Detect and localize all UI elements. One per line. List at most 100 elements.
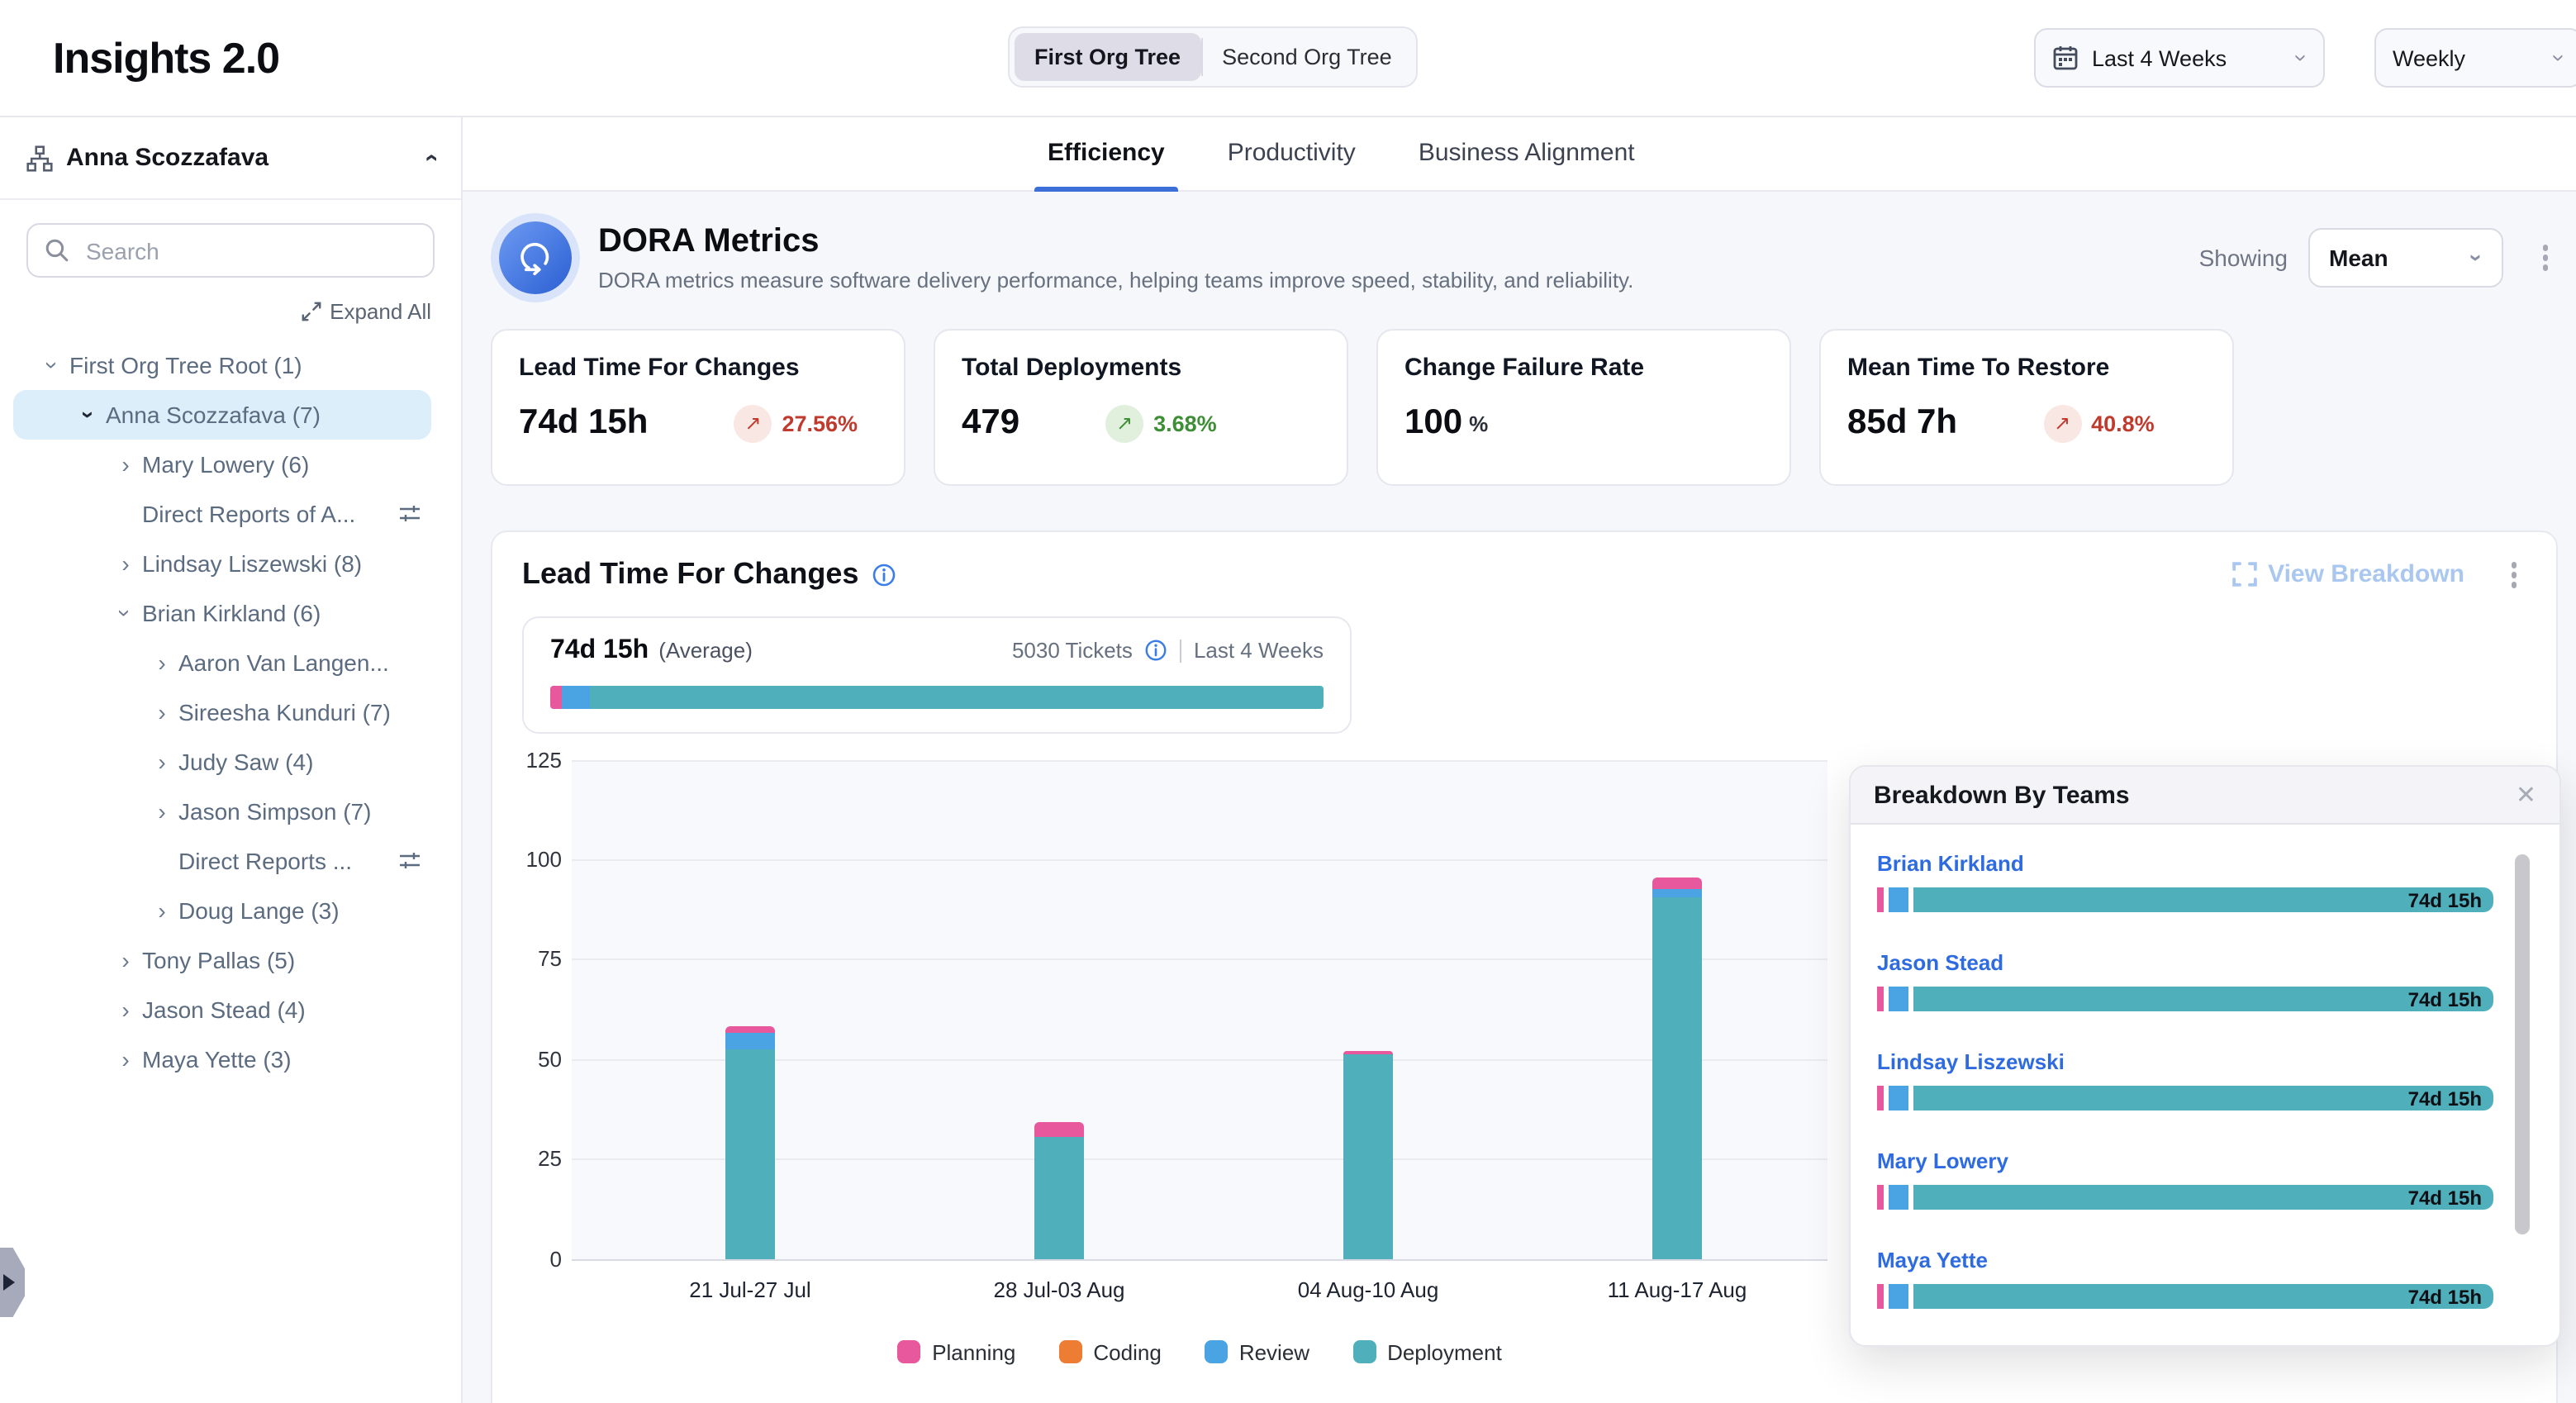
- tree-item[interactable]: ›Jason Simpson (7): [13, 787, 431, 836]
- average-suffix: (Average): [658, 638, 753, 663]
- tab-efficiency[interactable]: Efficiency: [1044, 139, 1168, 190]
- sidebar-search[interactable]: [26, 223, 435, 278]
- trend-up-icon: ↗: [1105, 404, 1143, 442]
- aggregation-select[interactable]: Mean ›: [2307, 228, 2502, 288]
- breakdown-row: Mary Lowery74d 15h: [1877, 1149, 2530, 1210]
- chevron-down-icon[interactable]: ›: [41, 354, 64, 377]
- dora-cycle-icon: [499, 221, 572, 294]
- chevron-right-icon[interactable]: ›: [150, 800, 173, 823]
- breakdown-row: Maya Yette 74d 15h: [1877, 1248, 2530, 1309]
- summary-segment-review: [563, 685, 590, 708]
- legend-item-review[interactable]: Review: [1205, 1339, 1309, 1364]
- metric-card-value: 85d 7h: [1847, 403, 1957, 443]
- breakdown-segment-planning: [1877, 887, 1884, 912]
- tree-item[interactable]: ›Brian Kirkland (6): [13, 588, 431, 638]
- tree-item[interactable]: ›Tony Pallas (5): [13, 935, 431, 985]
- dora-kebab-menu[interactable]: [2532, 239, 2558, 278]
- tree-item[interactable]: ›Aaron Van Langen...: [13, 638, 431, 687]
- tree-item[interactable]: ›Jason Stead (4): [13, 985, 431, 1034]
- summary-stacked-bar: [550, 685, 1324, 708]
- tab-productivity[interactable]: Productivity: [1224, 139, 1359, 190]
- breakdown-segment-deployment: 74d 15h: [1913, 887, 2493, 912]
- chevron-right-icon[interactable]: ›: [114, 998, 137, 1021]
- legend-item-planning[interactable]: Planning: [897, 1339, 1015, 1364]
- stacked-bar: [1343, 1051, 1393, 1258]
- chevron-right-icon[interactable]: ›: [114, 949, 137, 972]
- chevron-down-icon[interactable]: ›: [114, 602, 137, 625]
- trend-up-icon: ↗: [734, 404, 772, 442]
- org-tree-tab-second[interactable]: Second Org Tree: [1202, 33, 1412, 81]
- breakdown-segment-deployment: 74d 15h: [1913, 1086, 2493, 1111]
- breakdown-team-link[interactable]: Mary Lowery: [1877, 1149, 2530, 1173]
- lead-time-summary: 74d 15h (Average) 5030 Tickets Last 4 We…: [522, 616, 1352, 733]
- legend-item-coding[interactable]: Coding: [1058, 1339, 1161, 1364]
- metric-delta-badge: ↗40.8%: [2043, 404, 2155, 442]
- bar-segment-deployment: [1343, 1055, 1393, 1258]
- breakdown-team-link[interactable]: Brian Kirkland: [1877, 851, 2530, 876]
- x-tick-label: 28 Jul-03 Aug: [993, 1277, 1124, 1301]
- date-range-select[interactable]: Last 4 Weeks ›: [2034, 28, 2325, 88]
- legend-item-deployment[interactable]: Deployment: [1352, 1339, 1502, 1364]
- filter-icon[interactable]: [398, 502, 421, 526]
- tree-item[interactable]: ›Mary Lowery (6): [13, 440, 431, 489]
- tree-item[interactable]: ›Anna Scozzafava (7): [13, 390, 431, 440]
- chevron-right-icon[interactable]: ›: [114, 453, 137, 476]
- calendar-icon: [2052, 45, 2079, 71]
- granularity-select[interactable]: Weekly ›: [2374, 28, 2576, 88]
- breakdown-body: Brian Kirkland74d 15hJason Stead74d 15hL…: [1851, 825, 2559, 1309]
- tree-item[interactable]: ›Judy Saw (4): [13, 737, 431, 787]
- tree-item[interactable]: ›Lindsay Liszewski (8): [13, 539, 431, 588]
- breakdown-team-link[interactable]: Jason Stead: [1877, 950, 2530, 975]
- tree-item-label: Anna Scozzafava (7): [106, 402, 321, 428]
- tree-item[interactable]: ›Sireesha Kunduri (7): [13, 687, 431, 737]
- breakdown-row: Jason Stead74d 15h: [1877, 950, 2530, 1011]
- breakdown-stacked-bar: 74d 15h: [1877, 1086, 2493, 1111]
- scrollbar-thumb[interactable]: [2515, 854, 2530, 1234]
- breakdown-stacked-bar: 74d 15h: [1877, 887, 2493, 912]
- sidebar-collapse-handle[interactable]: [0, 1248, 25, 1317]
- expand-all-button[interactable]: Expand All: [0, 299, 461, 324]
- chevron-right-icon[interactable]: ›: [150, 651, 173, 674]
- org-tree-sidebar: Anna Scozzafava › Expand All ›First Org …: [0, 117, 463, 1403]
- sidebar-user-name: Anna Scozzafava: [66, 144, 413, 172]
- chevron-up-icon[interactable]: ›: [418, 154, 443, 162]
- chevron-down-icon[interactable]: ›: [78, 403, 101, 426]
- tree-item[interactable]: ›Direct Reports ...: [13, 836, 431, 886]
- x-tick-label: 21 Jul-27 Jul: [689, 1277, 810, 1301]
- metric-card-value-row: 85d 7h ↗40.8%: [1847, 403, 2206, 443]
- chevron-right-icon[interactable]: ›: [114, 552, 137, 575]
- breakdown-team-link[interactable]: Maya Yette: [1877, 1248, 2530, 1272]
- metric-card: Change Failure Rate100%: [1376, 329, 1791, 486]
- tree-item[interactable]: ›First Org Tree Root (1): [13, 340, 431, 390]
- bar-segment-planning: [1652, 877, 1702, 889]
- tree-item-label: Tony Pallas (5): [142, 947, 295, 973]
- tree-item[interactable]: ›Maya Yette (3): [13, 1034, 431, 1084]
- org-tree-tab-first[interactable]: First Org Tree: [1015, 33, 1200, 81]
- tree-item-label: Aaron Van Langen...: [178, 649, 389, 676]
- bar-segment-review: [725, 1033, 775, 1049]
- chevron-right-icon[interactable]: ›: [150, 899, 173, 922]
- tree-item[interactable]: ›Doug Lange (3): [13, 886, 431, 935]
- average-value: 74d 15h: [550, 635, 649, 665]
- chevron-right-icon[interactable]: ›: [150, 701, 173, 724]
- breakdown-segment-deployment: 74d 15h: [1913, 1284, 2493, 1309]
- info-icon[interactable]: [870, 562, 896, 588]
- bar-segment-deployment: [1652, 897, 1702, 1258]
- close-icon[interactable]: ✕: [2516, 782, 2536, 807]
- filter-icon[interactable]: [398, 849, 421, 873]
- breakdown-team-link[interactable]: Lindsay Liszewski: [1877, 1049, 2530, 1074]
- search-input[interactable]: [83, 235, 416, 265]
- breakdown-segment-review: [1889, 1086, 1908, 1111]
- lead-time-header: Lead Time For Changes View Breakdown: [522, 555, 2526, 594]
- lead-time-kebab-menu[interactable]: [2501, 555, 2526, 594]
- chevron-right-icon[interactable]: ›: [150, 750, 173, 773]
- gridline: [572, 959, 1827, 961]
- sidebar-header[interactable]: Anna Scozzafava ›: [0, 117, 461, 200]
- bar-segment-planning: [725, 1027, 775, 1033]
- tab-business-alignment[interactable]: Business Alignment: [1415, 139, 1638, 190]
- view-breakdown-button[interactable]: View Breakdown: [2231, 561, 2464, 589]
- chevron-right-icon[interactable]: ›: [114, 1048, 137, 1071]
- legend-swatch: [1352, 1340, 1376, 1363]
- tree-item[interactable]: ›Direct Reports of A...: [13, 489, 431, 539]
- info-icon[interactable]: [1144, 638, 1169, 663]
